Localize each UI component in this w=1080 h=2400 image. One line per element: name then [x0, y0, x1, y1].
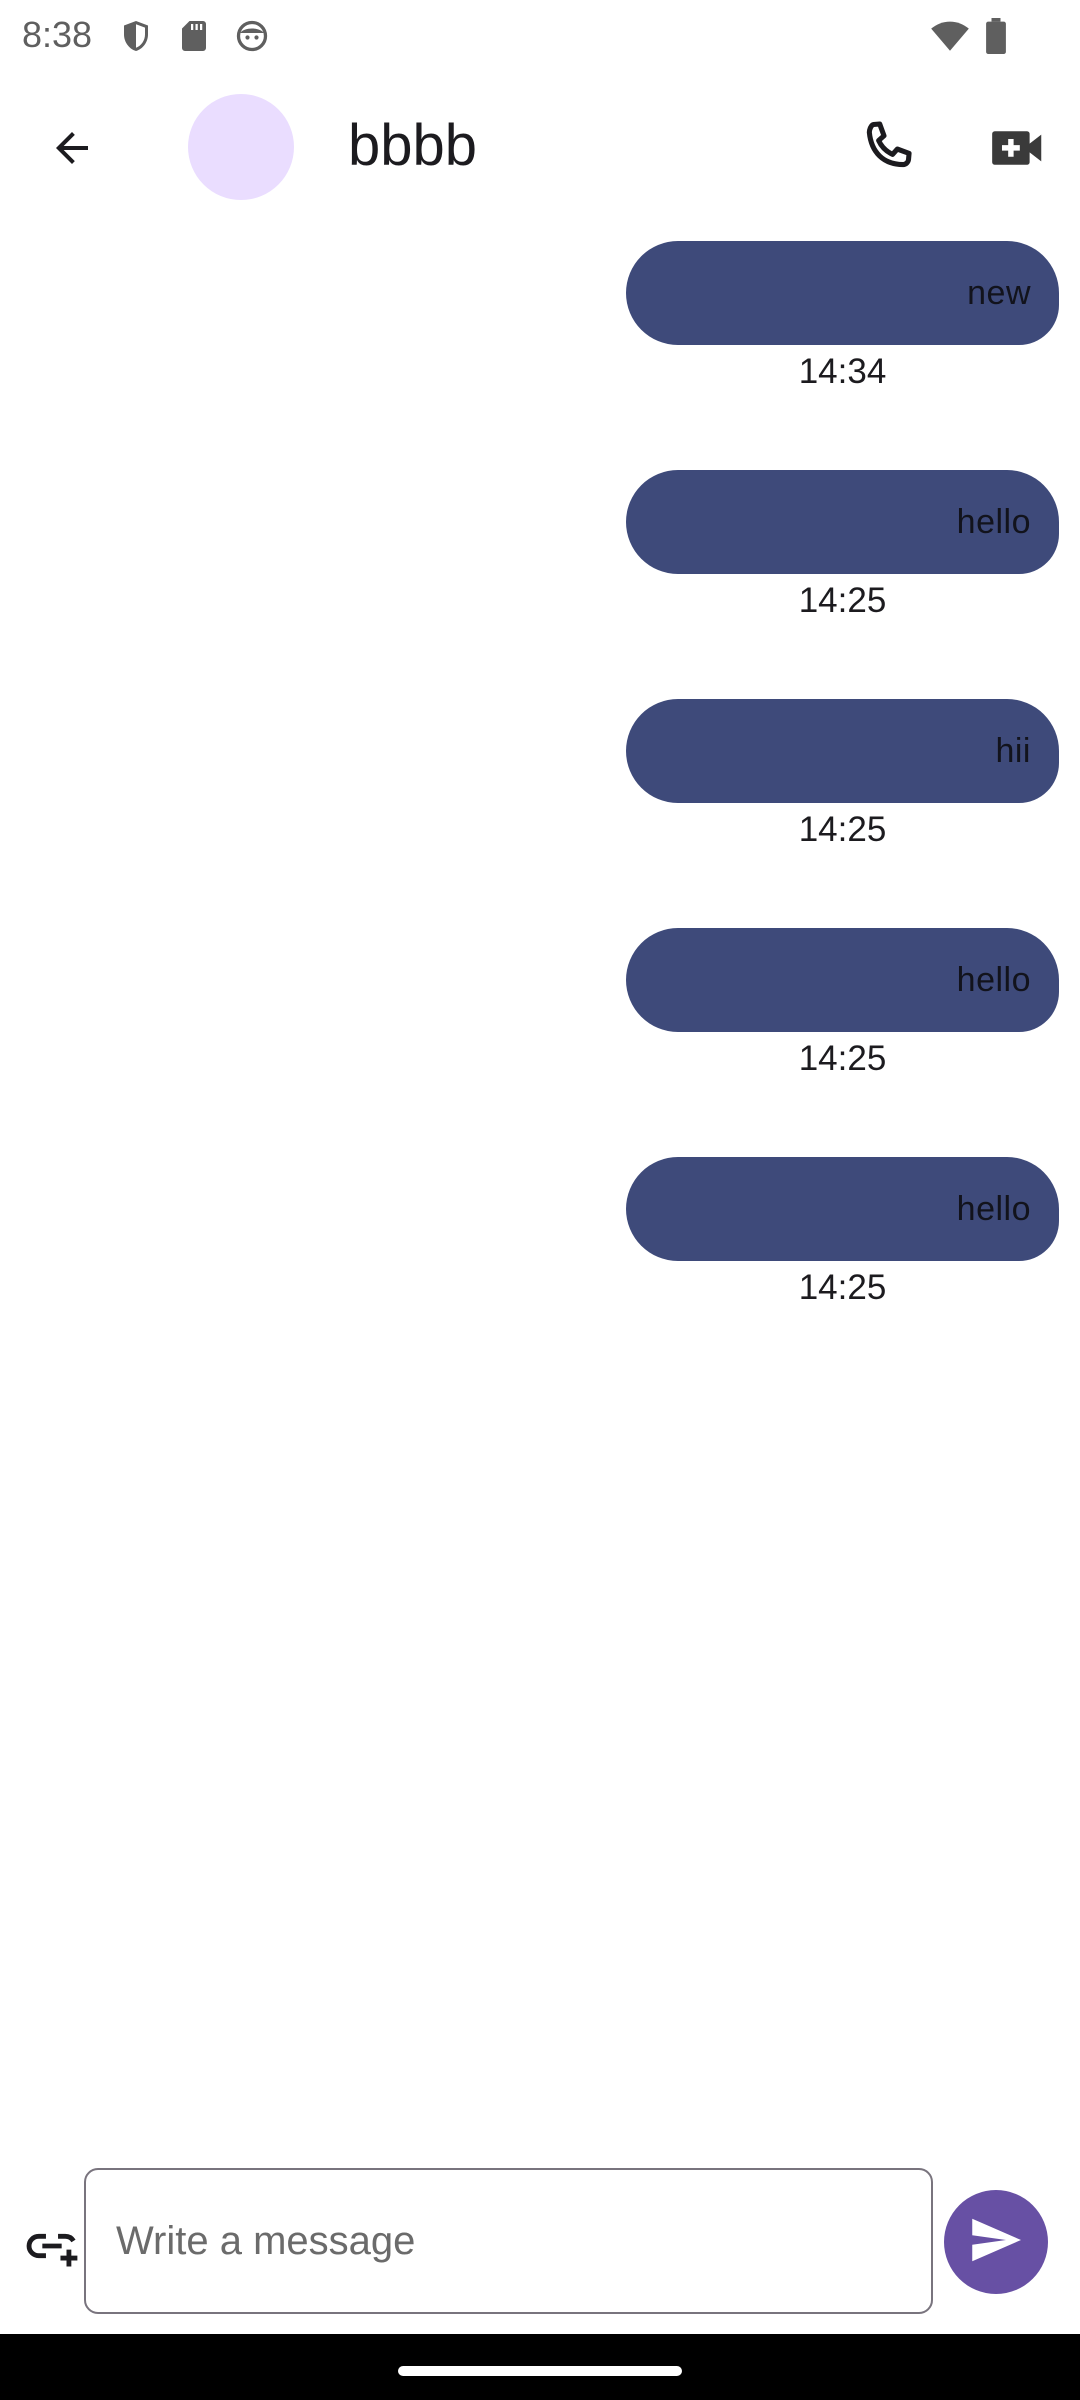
message-bubble[interactable]: hello [626, 928, 1059, 1032]
message-text: new [967, 273, 1031, 312]
status-bar: 8:38 [0, 0, 1080, 76]
attach-link-button[interactable] [18, 2214, 86, 2282]
wifi-icon [930, 18, 970, 54]
home-gesture-handle[interactable] [398, 2366, 682, 2376]
face-icon [234, 18, 270, 54]
voice-call-button[interactable] [848, 110, 928, 190]
message-bubble[interactable]: hello [626, 470, 1059, 574]
send-button[interactable] [944, 2190, 1048, 2294]
message-input[interactable] [84, 2168, 933, 2314]
add-link-icon [23, 2217, 81, 2280]
contact-name: bbbb [348, 113, 478, 178]
message-text: hello [956, 1189, 1031, 1228]
back-button[interactable] [36, 114, 108, 186]
status-time: 8:38 [22, 14, 93, 55]
message-bubble[interactable]: hii [626, 699, 1059, 803]
video-call-icon [987, 117, 1049, 184]
shield-icon [118, 18, 154, 54]
sd-card-icon [176, 18, 212, 54]
message-bubble[interactable]: hello [626, 1157, 1059, 1261]
send-icon [966, 2210, 1026, 2275]
message-time: 14:25 [798, 1268, 887, 1307]
battery-icon [984, 18, 1008, 55]
system-navigation-bar [0, 2334, 1080, 2400]
message-time: 14:25 [798, 810, 887, 849]
message-time: 14:25 [798, 1039, 887, 1078]
video-call-button[interactable] [978, 110, 1058, 190]
message-composer [0, 2160, 1080, 2320]
message-time: 14:25 [798, 581, 887, 620]
message-item: hello 14:25 [0, 1156, 1080, 1385]
message-list[interactable]: new 14:34 hello 14:25 hii 14:25 hello 14… [0, 240, 1080, 1385]
message-item: hello 14:25 [0, 469, 1080, 698]
message-bubble[interactable]: new [626, 241, 1059, 345]
message-item: hii 14:25 [0, 698, 1080, 927]
message-text: hello [956, 960, 1031, 999]
arrow-back-icon [48, 124, 96, 177]
chat-header: bbbb [0, 76, 1080, 216]
message-item: hello 14:25 [0, 927, 1080, 1156]
message-text: hello [956, 502, 1031, 541]
phone-icon [856, 116, 920, 185]
avatar[interactable] [188, 94, 294, 200]
message-time: 14:34 [798, 352, 887, 391]
message-text: hii [995, 731, 1031, 770]
message-item: new 14:34 [0, 240, 1080, 469]
